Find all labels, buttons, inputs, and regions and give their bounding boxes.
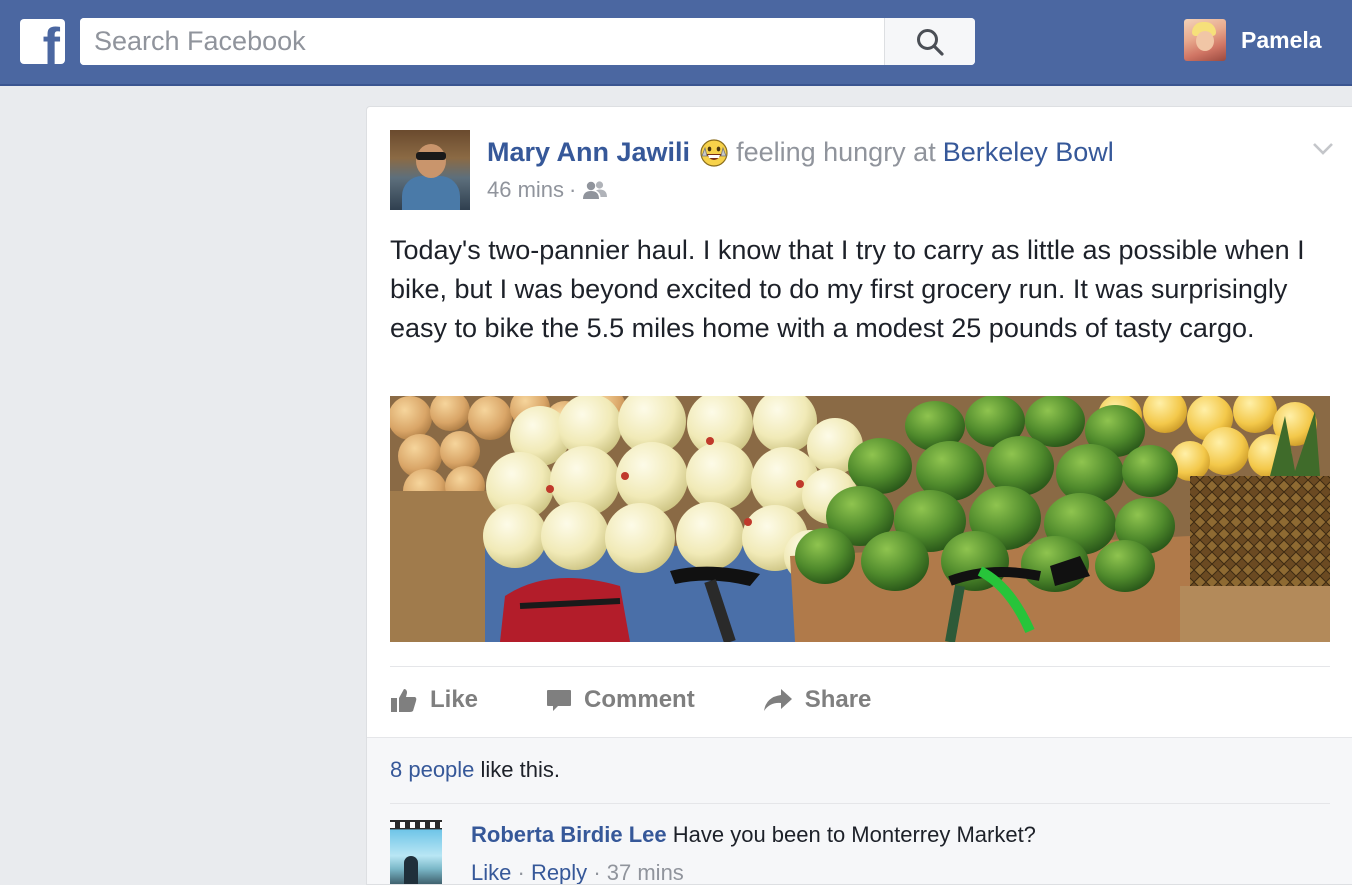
feeling-text: feeling hungry at (736, 136, 936, 167)
comment-button[interactable]: Comment (546, 686, 695, 714)
commenter-avatar[interactable] (390, 820, 442, 884)
meta-separator: · (593, 860, 601, 885)
avatar[interactable] (1184, 19, 1226, 61)
likes-count-link[interactable]: 8 people (390, 757, 474, 782)
share-label: Share (804, 686, 872, 713)
search-bar (80, 18, 975, 65)
comment-like-link[interactable]: Like (471, 860, 511, 884)
profile-name[interactable]: Pamela (1241, 27, 1322, 54)
thumbs-up-icon (391, 689, 417, 712)
place-link[interactable]: Berkeley Bowl (943, 137, 1114, 168)
friends-icon[interactable] (582, 179, 608, 201)
post-header: Mary Ann Jawili feeling hungry at Berkel… (487, 134, 1114, 170)
comment: Roberta Birdie Lee Have you been to Mont… (471, 822, 1036, 848)
comment-reply-link[interactable]: Reply (531, 860, 587, 884)
post-actions: Like Comment Share (390, 672, 1330, 728)
post-card: Mary Ann Jawili feeling hungry at Berkel… (366, 106, 1352, 885)
post-timestamp[interactable]: 46 mins (487, 177, 564, 203)
author-name-link[interactable]: Mary Ann Jawili (487, 137, 690, 168)
facebook-logo-icon[interactable]: f (20, 19, 65, 64)
search-input[interactable] (80, 18, 884, 65)
comment-meta: Like · Reply · 37 mins (471, 860, 684, 885)
share-arrow-icon (763, 689, 792, 711)
post-body-text: Today's two-pannier haul. I know that I … (390, 235, 1305, 343)
chevron-down-icon[interactable] (1310, 136, 1336, 162)
share-button[interactable]: Share (763, 686, 872, 714)
comment-label: Comment (584, 686, 695, 713)
like-label: Like (430, 686, 479, 713)
hungry-face-icon (700, 139, 728, 167)
meta-separator: · (569, 177, 577, 202)
author-avatar[interactable] (390, 130, 470, 210)
divider (390, 666, 1330, 667)
comment-text: Have you been to Monterrey Market? (672, 822, 1036, 847)
search-icon (917, 28, 944, 56)
likes-suffix: like this. (474, 757, 561, 782)
likes-summary: 8 people like this. (390, 757, 560, 783)
post-meta: 46 mins · (487, 175, 608, 205)
search-button[interactable] (884, 18, 975, 65)
comment-timestamp[interactable]: 37 mins (607, 860, 684, 884)
like-button[interactable]: Like (390, 686, 478, 714)
post-photo[interactable] (390, 396, 1330, 642)
commenter-name-link[interactable]: Roberta Birdie Lee (471, 822, 667, 847)
post-footer: 8 people like this. Roberta Birdie Lee H… (367, 737, 1352, 885)
meta-separator: · (517, 860, 525, 885)
top-navigation-bar: f Pamela (0, 0, 1352, 86)
comment-icon (547, 690, 572, 711)
profile-link[interactable]: Pamela (1184, 19, 1322, 61)
divider (390, 803, 1330, 804)
